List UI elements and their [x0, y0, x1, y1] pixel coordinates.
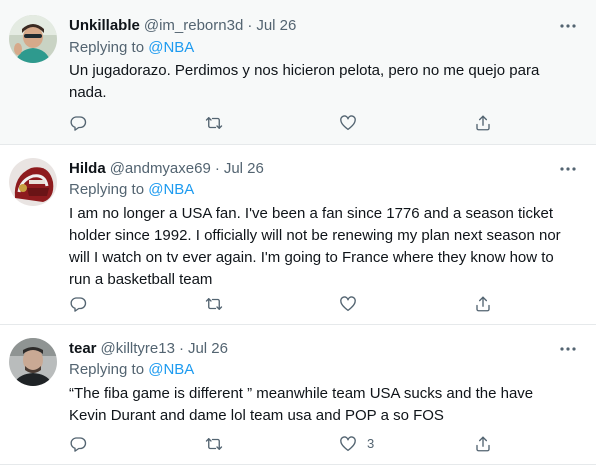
- display-name[interactable]: Unkillable: [69, 17, 140, 34]
- display-name[interactable]: Hilda: [69, 160, 106, 177]
- display-name[interactable]: tear: [69, 340, 97, 357]
- avatar[interactable]: [9, 158, 57, 206]
- retweet-button[interactable]: [204, 293, 234, 315]
- tweet-text: I am no longer a USA fan. I've been a fa…: [69, 205, 561, 288]
- replying-prefix: Replying to: [69, 39, 149, 56]
- user-handle[interactable]: @im_reborn3d: [144, 17, 243, 34]
- reply-bubble-icon: [70, 116, 87, 131]
- replying-prefix: Replying to: [69, 181, 149, 198]
- tweet-header: Unkillable @im_reborn3d · Jul 26: [69, 16, 576, 36]
- replying-prefix: Replying to: [69, 361, 149, 378]
- like-button[interactable]: [339, 293, 367, 315]
- more-dots-icon[interactable]: [558, 159, 578, 179]
- user-avatar-icon: [9, 158, 57, 206]
- avatar[interactable]: [9, 15, 57, 63]
- tweet-date[interactable]: Jul 26: [256, 17, 296, 34]
- reply-feed: Unkillable @im_reborn3d · Jul 26 Replying t…: [0, 0, 596, 465]
- replying-to-line: Replying to @NBA: [69, 180, 194, 200]
- reply-button[interactable]: [69, 112, 97, 134]
- like-count: 3: [367, 436, 375, 451]
- retweet-arrows-icon: [205, 298, 223, 310]
- heart-icon: [340, 436, 356, 452]
- share-button[interactable]: [474, 293, 502, 315]
- tweet-date[interactable]: Jul 26: [224, 160, 264, 177]
- retweet-arrows-icon: [205, 438, 223, 450]
- reply-button[interactable]: [69, 293, 97, 315]
- share-upload-icon: [476, 296, 490, 312]
- tweet-actions: [69, 293, 509, 315]
- tweet-header: Hilda @andmyaxe69 · Jul 26: [69, 159, 576, 179]
- retweet-arrows-icon: [205, 117, 223, 129]
- tweet-date[interactable]: Jul 26: [188, 340, 228, 357]
- share-button[interactable]: [474, 433, 502, 455]
- tweet-card[interactable]: tear @killtyre13 · Jul 26 Replying to @NBA …: [0, 325, 596, 465]
- tweet-text: “The fiba game is different ” meanwhile …: [69, 385, 534, 424]
- mention-link[interactable]: @NBA: [148, 361, 194, 378]
- replying-to-line: Replying to @NBA: [69, 360, 194, 380]
- avatar[interactable]: [9, 338, 57, 386]
- tweet-actions: [69, 112, 509, 134]
- user-avatar-icon: [9, 15, 57, 63]
- mention-link[interactable]: @NBA: [148, 181, 194, 198]
- share-button[interactable]: [474, 112, 502, 134]
- replying-to-line: Replying to @NBA: [69, 38, 194, 58]
- reply-bubble-icon: [70, 437, 87, 452]
- user-avatar-icon: [9, 338, 57, 386]
- heart-icon: [340, 296, 356, 312]
- share-upload-icon: [476, 115, 490, 131]
- more-dots-icon[interactable]: [558, 339, 578, 359]
- tweet-card[interactable]: Hilda @andmyaxe69 · Jul 26 Replying to @NBA…: [0, 145, 596, 325]
- separator-dot: ·: [178, 340, 184, 357]
- tweet-actions: 3: [69, 433, 509, 455]
- tweet-card[interactable]: Unkillable @im_reborn3d · Jul 26 Replying t…: [0, 0, 596, 145]
- user-handle[interactable]: @killtyre13: [101, 340, 175, 357]
- user-handle[interactable]: @andmyaxe69: [110, 160, 211, 177]
- like-button[interactable]: [339, 112, 367, 134]
- separator-dot: ·: [214, 160, 220, 177]
- reply-button[interactable]: [69, 433, 97, 455]
- like-button[interactable]: 3: [339, 433, 374, 455]
- tweet-text: Un jugadorazo. Perdimos y nos hicieron p…: [69, 62, 540, 101]
- tweet-header: tear @killtyre13 · Jul 26: [69, 339, 576, 359]
- share-upload-icon: [476, 436, 490, 452]
- more-dots-icon[interactable]: [558, 16, 578, 36]
- retweet-button[interactable]: [204, 112, 234, 134]
- heart-icon: [340, 115, 356, 131]
- reply-bubble-icon: [70, 297, 87, 312]
- separator-dot: ·: [247, 17, 253, 34]
- retweet-button[interactable]: [204, 433, 234, 455]
- mention-link[interactable]: @NBA: [148, 39, 194, 56]
